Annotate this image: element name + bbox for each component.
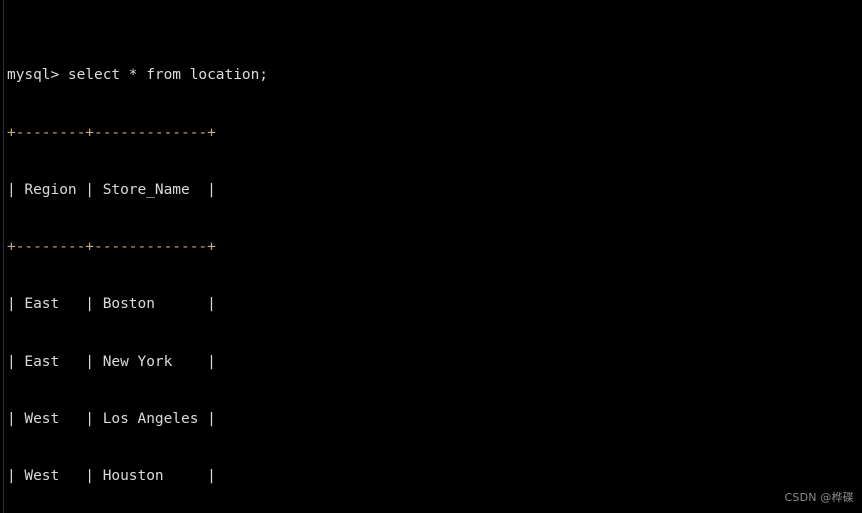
terminal-line-command: mysql> select * from location; [7, 67, 268, 84]
terminal-line-table-row: | East | New York | [7, 353, 216, 370]
csdn-watermark: CSDN @桦碟 [784, 490, 854, 504]
terminal-window[interactable]: mysql> select * from location; +--------… [0, 0, 862, 513]
terminal-left-border [3, 0, 4, 513]
terminal-line-table-row: | East | Boston | [7, 296, 216, 313]
terminal-line-table-rule: +--------+-------------+ [7, 124, 216, 141]
terminal-line-table-header: | Region | Store_Name | [7, 181, 216, 198]
terminal-line-table-row: | West | Houston | [7, 468, 216, 485]
terminal-line-table-rule: +--------+-------------+ [7, 239, 216, 256]
terminal-line-table-row: | West | Los Angeles | [7, 410, 216, 427]
terminal-output-area[interactable]: mysql> select * from location; +--------… [7, 9, 862, 513]
